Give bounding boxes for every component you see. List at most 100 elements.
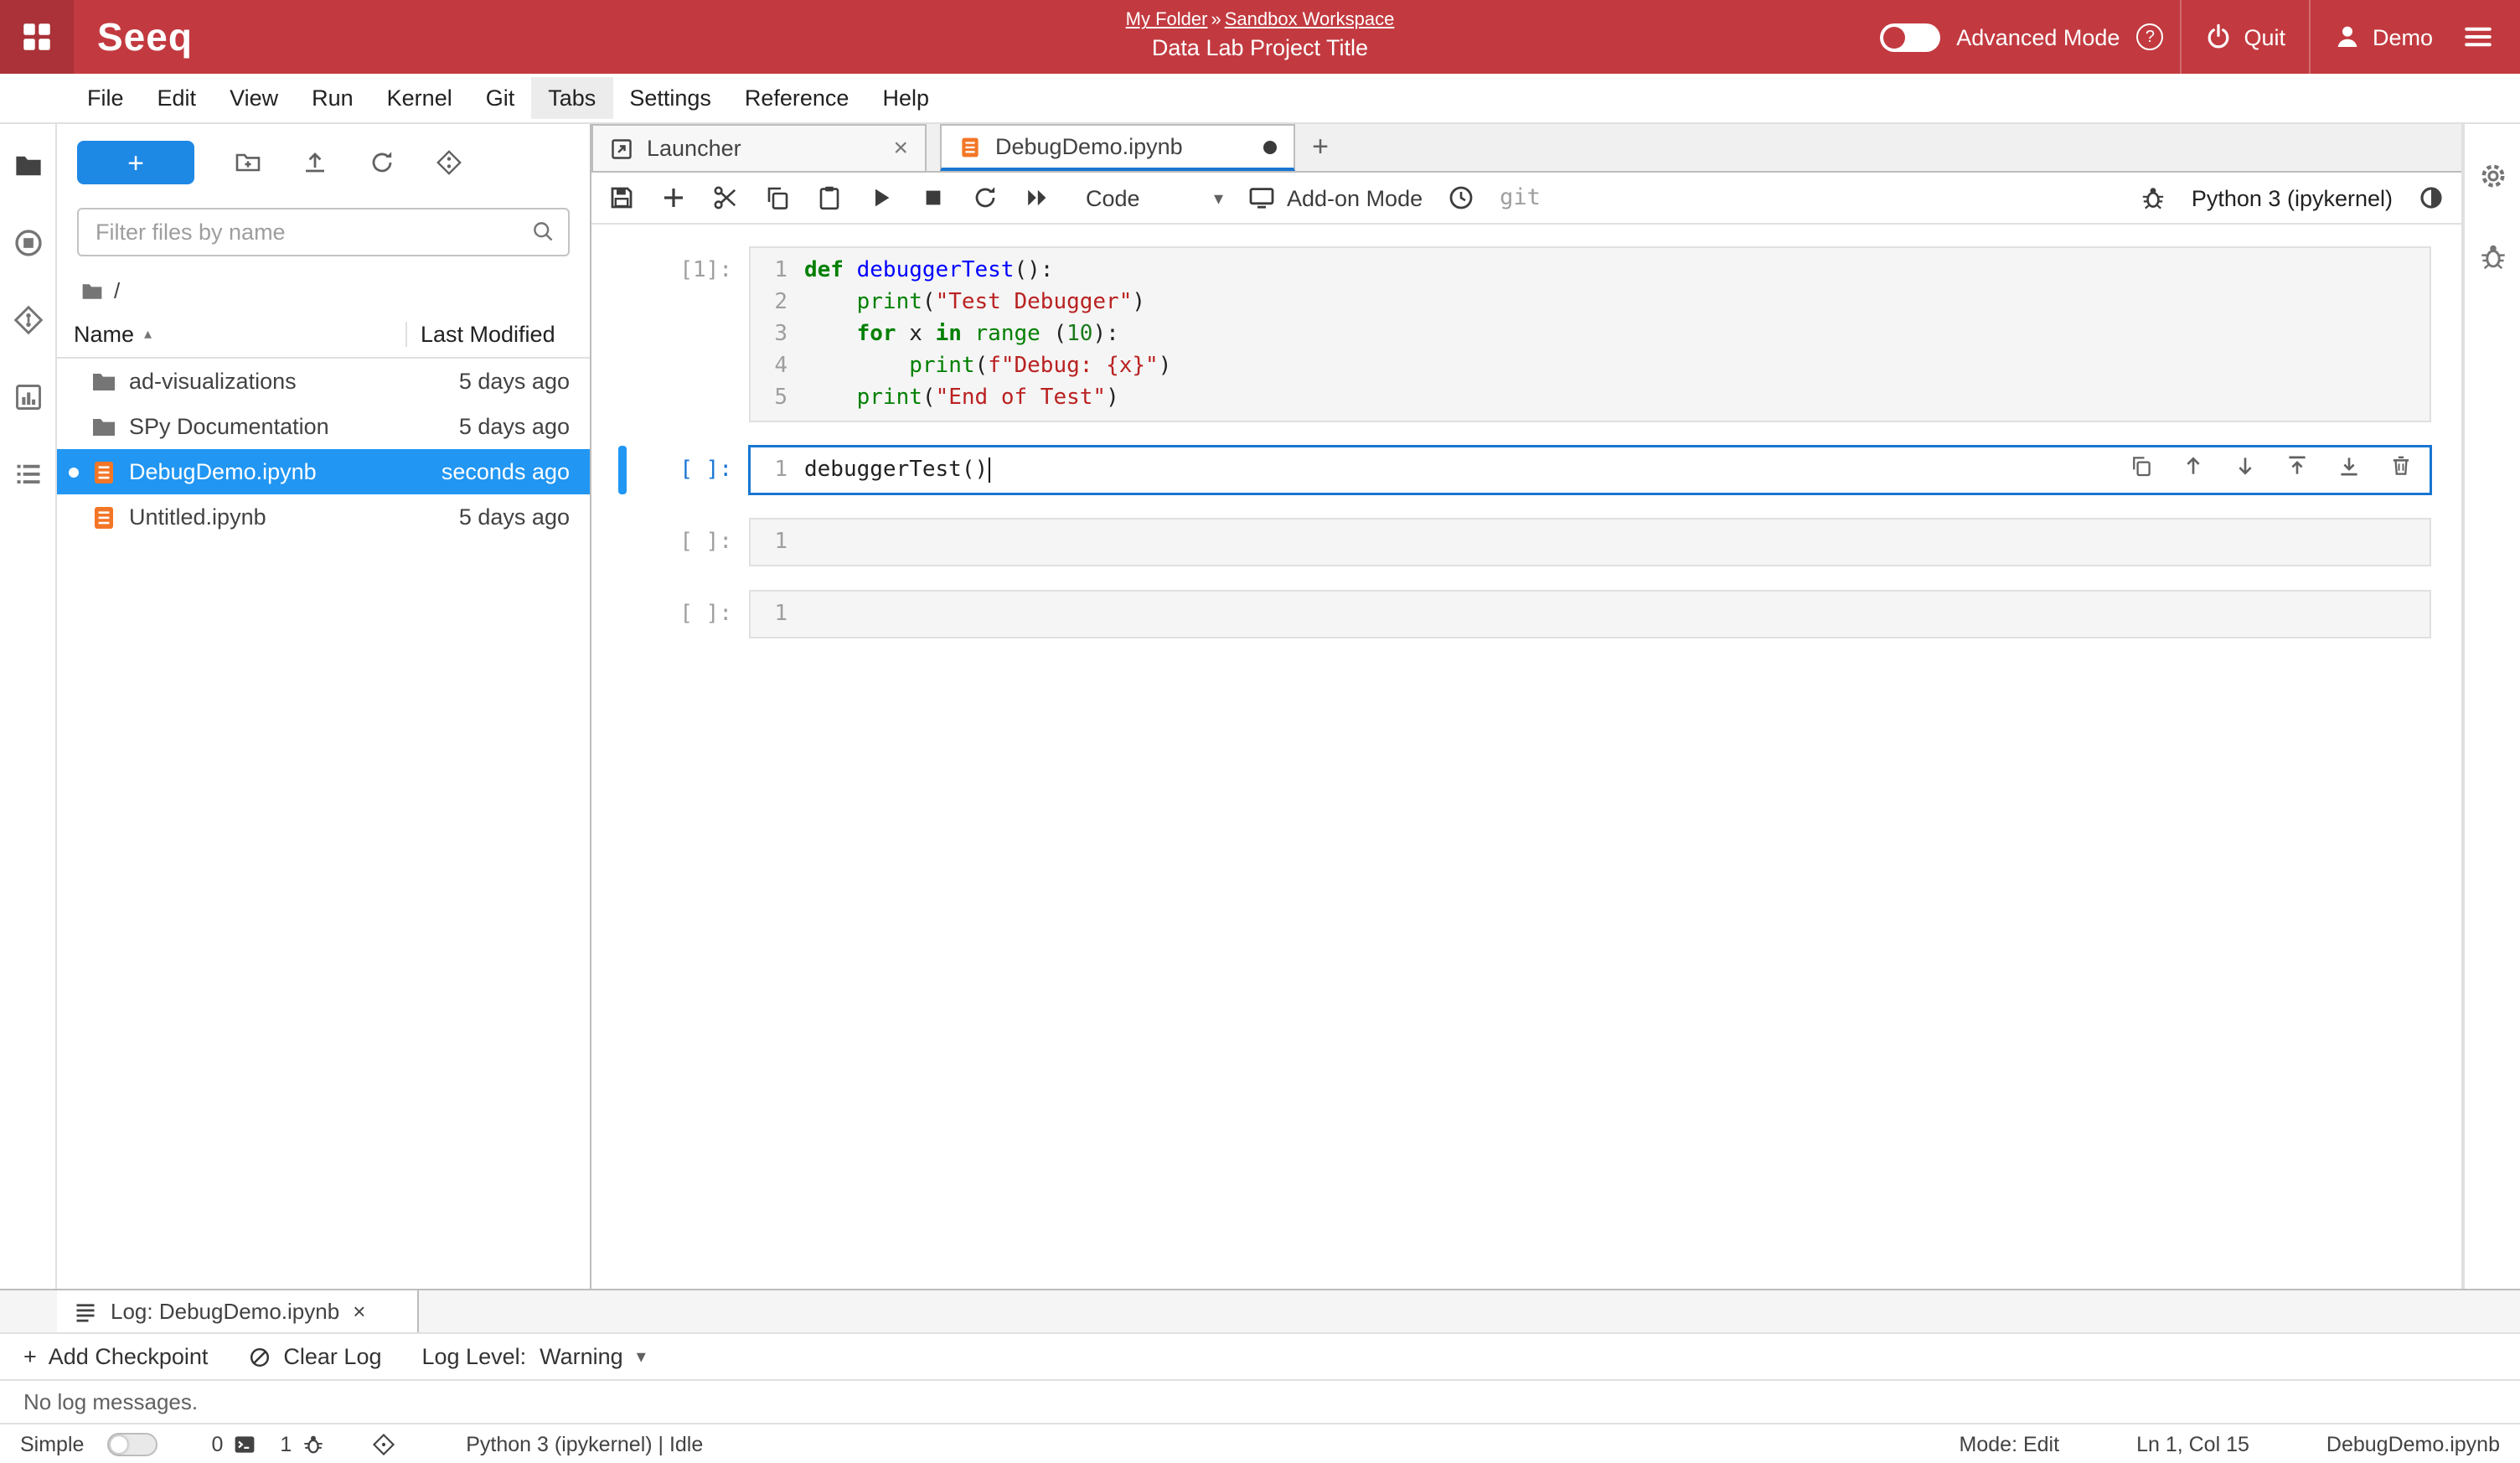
addon-mode-button[interactable]: Add-on Mode xyxy=(1248,184,1423,211)
tab-launcher[interactable]: Launcher × xyxy=(591,124,927,171)
code-cell-2-active[interactable]: [ ]: 1 debuggerTest() xyxy=(618,446,2431,494)
menu-run[interactable]: Run xyxy=(295,77,370,119)
restart-kernel-icon[interactable] xyxy=(972,184,999,211)
mode-indicator[interactable]: Mode: Edit xyxy=(1960,1432,2060,1455)
menu-git[interactable]: Git xyxy=(469,77,532,119)
debugger-bug-icon[interactable] xyxy=(2477,241,2507,271)
delete-cell-icon[interactable] xyxy=(2389,454,2413,478)
move-cell-down-icon[interactable] xyxy=(2233,454,2257,478)
new-folder-icon[interactable] xyxy=(235,149,261,176)
new-launcher-button[interactable]: + xyxy=(77,141,194,184)
file-row-spy-documentation[interactable]: SPy Documentation 5 days ago xyxy=(57,404,590,449)
code-editor[interactable]: 1 xyxy=(749,518,2431,566)
add-checkpoint-button[interactable]: + Add Checkpoint xyxy=(23,1344,208,1369)
help-icon[interactable]: ? xyxy=(2136,23,2163,50)
run-icon[interactable] xyxy=(868,184,895,211)
save-icon[interactable] xyxy=(608,184,635,211)
file-filter-input[interactable] xyxy=(77,208,570,256)
move-cell-up-icon[interactable] xyxy=(2182,454,2205,478)
close-icon[interactable]: × xyxy=(353,1299,365,1324)
stop-icon[interactable] xyxy=(920,184,947,211)
refresh-icon[interactable] xyxy=(369,149,395,176)
log-level-select[interactable]: Warning ▾ xyxy=(540,1344,646,1369)
terminals-status[interactable]: 0 xyxy=(211,1432,256,1455)
kernels-status[interactable]: 1 xyxy=(280,1432,325,1455)
close-icon[interactable]: × xyxy=(893,136,908,161)
paste-icon[interactable] xyxy=(816,184,843,211)
column-name[interactable]: Name ▴ xyxy=(57,322,405,347)
cut-icon[interactable] xyxy=(712,184,739,211)
checkpoint-clock-icon[interactable] xyxy=(1448,184,1474,211)
menu-tabs[interactable]: Tabs xyxy=(531,77,612,119)
insert-cell-below-icon[interactable] xyxy=(2337,454,2361,478)
file-row-debugdemo[interactable]: DebugDemo.ipynb seconds ago xyxy=(57,449,590,494)
tab-label: DebugDemo.ipynb xyxy=(995,134,1250,159)
git-icon[interactable] xyxy=(13,305,43,335)
breadcrumb-my-folder[interactable]: My Folder xyxy=(1126,11,1208,31)
debugger-bug-icon[interactable] xyxy=(2140,184,2166,211)
git-icon[interactable] xyxy=(372,1432,395,1455)
menu-help[interactable]: Help xyxy=(865,77,946,119)
code-cell-4[interactable]: [ ]: 1 xyxy=(618,590,2431,638)
table-of-contents-icon[interactable] xyxy=(13,459,43,489)
file-browser-icon[interactable] xyxy=(13,151,43,181)
cell-collapser[interactable] xyxy=(618,518,627,566)
new-tab-button[interactable]: + xyxy=(1295,124,1345,171)
kernel-name[interactable]: Python 3 (ipykernel) xyxy=(2192,185,2393,210)
menubar: File Edit View Run Kernel Git Tabs Setti… xyxy=(0,74,2520,124)
simple-mode-toggle[interactable] xyxy=(107,1432,158,1455)
menu-edit[interactable]: Edit xyxy=(141,77,214,119)
menu-reference[interactable]: Reference xyxy=(728,77,866,119)
menu-kernel[interactable]: Kernel xyxy=(370,77,469,119)
run-all-icon[interactable] xyxy=(1024,184,1051,211)
cell-collapser[interactable] xyxy=(618,446,627,494)
insert-cell-above-icon[interactable] xyxy=(2285,454,2309,478)
menu-file[interactable]: File xyxy=(70,77,141,119)
tab-debugdemo[interactable]: DebugDemo.ipynb xyxy=(940,124,1295,171)
advanced-mode-toggle[interactable] xyxy=(1879,23,1939,51)
column-last-modified[interactable]: Last Modified xyxy=(405,322,590,347)
unsaved-dot[interactable] xyxy=(1263,140,1277,153)
file-row-untitled[interactable]: Untitled.ipynb 5 days ago xyxy=(57,494,590,540)
breadcrumb-separator: » xyxy=(1211,11,1221,31)
file-row-ad-visualizations[interactable]: ad-visualizations 5 days ago xyxy=(57,359,590,404)
code-editor[interactable]: 1 xyxy=(749,590,2431,638)
menu-settings[interactable]: Settings xyxy=(612,77,728,119)
cell-type-dropdown[interactable]: Code ▾ xyxy=(1086,185,1223,210)
copy-icon[interactable] xyxy=(764,184,791,211)
cell-collapser[interactable] xyxy=(618,246,627,422)
cell-type-value: Code xyxy=(1086,185,1140,210)
code-token xyxy=(804,290,857,315)
code-line: def debuggerTest(): xyxy=(804,255,2430,287)
file-browser-breadcrumb[interactable]: / xyxy=(57,270,590,312)
code-editor[interactable]: 12345 def debuggerTest(): print("Test De… xyxy=(749,246,2431,422)
folder-icon xyxy=(90,413,117,440)
code-cell-3[interactable]: [ ]: 1 xyxy=(618,518,2431,566)
kernel-status-text[interactable]: Python 3 (ipykernel) | Idle xyxy=(466,1432,703,1455)
property-inspector-gear-icon[interactable] xyxy=(2477,161,2507,191)
insert-cell-icon[interactable] xyxy=(660,184,687,211)
cursor-position[interactable]: Ln 1, Col 15 xyxy=(2136,1432,2249,1455)
code-cell-1[interactable]: [1]: 12345 def debuggerTest(): print("Te… xyxy=(618,246,2431,422)
seeq-datalab-app: Seeq My Folder»Sandbox Workspace Data La… xyxy=(0,0,2520,1463)
code-editor[interactable]: 1 debuggerTest() xyxy=(749,446,2431,494)
upload-icon[interactable] xyxy=(302,149,328,176)
launcher-icon xyxy=(610,137,633,160)
user-menu[interactable]: Demo xyxy=(2327,23,2440,50)
menu-view[interactable]: View xyxy=(213,77,295,119)
running-sessions-icon[interactable] xyxy=(13,228,43,258)
quit-button[interactable]: Quit xyxy=(2198,23,2292,50)
kernel-status-icon[interactable] xyxy=(2418,184,2445,211)
code-token: range xyxy=(975,322,1041,347)
git-toolbar-label: git xyxy=(1500,184,1541,211)
git-clone-icon[interactable] xyxy=(436,149,462,176)
log-tab[interactable]: Log: DebugDemo.ipynb × xyxy=(57,1290,419,1332)
breadcrumb-workspace[interactable]: Sandbox Workspace xyxy=(1225,11,1395,31)
duplicate-cell-icon[interactable] xyxy=(2130,454,2153,478)
main-menu-button[interactable] xyxy=(2456,22,2500,52)
file-modified: 5 days ago xyxy=(459,414,570,439)
clear-log-button[interactable]: Clear Log xyxy=(248,1344,381,1369)
visualizations-icon[interactable] xyxy=(13,382,43,412)
cell-collapser[interactable] xyxy=(618,590,627,638)
app-switcher-button[interactable] xyxy=(0,0,74,74)
